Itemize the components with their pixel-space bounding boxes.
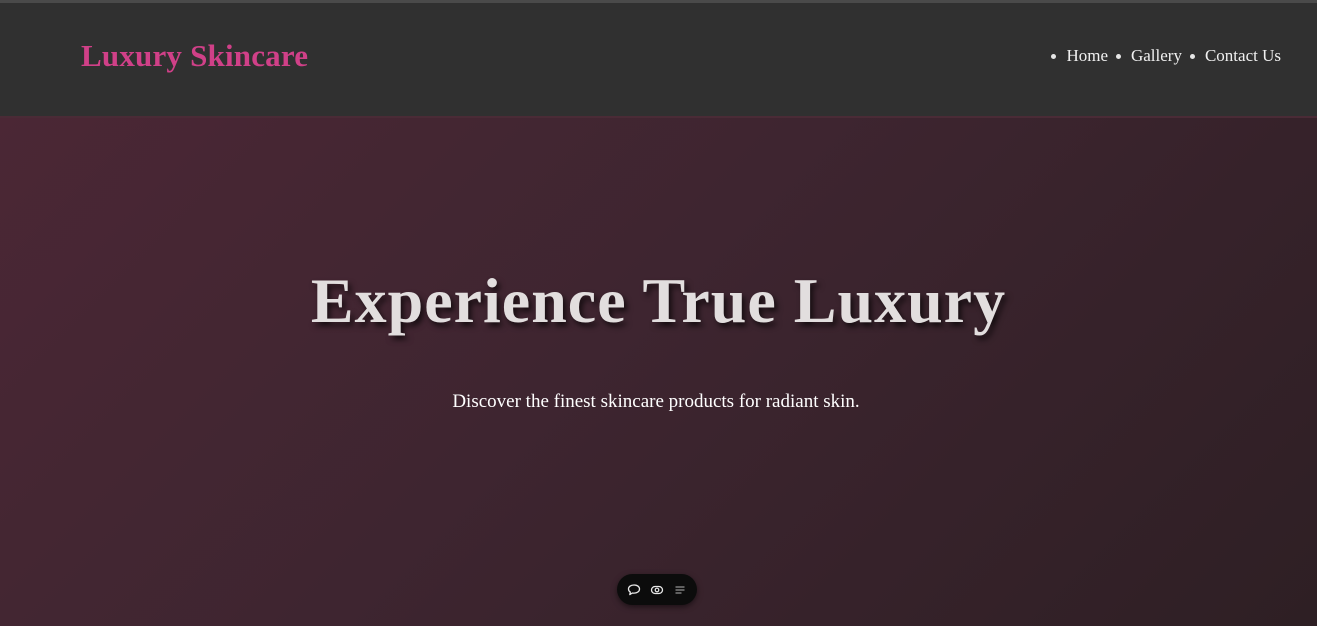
hero-subtitle: Discover the finest skincare products fo…	[452, 391, 860, 412]
bullet-icon	[1051, 53, 1057, 59]
nav-link-gallery[interactable]: Gallery	[1131, 45, 1182, 67]
main-nav: Home Gallery Contact Us	[1043, 45, 1281, 67]
floating-toolbar	[617, 574, 697, 605]
nav-item-home: Home	[1051, 45, 1108, 67]
brand-logo-text[interactable]: Luxury Skincare	[81, 38, 308, 74]
eye-icon[interactable]	[648, 581, 666, 599]
site-header: Luxury Skincare Home Gallery Contact Us	[0, 3, 1317, 116]
bullet-icon	[1115, 53, 1121, 59]
nav-link-contact-us[interactable]: Contact Us	[1205, 45, 1281, 67]
nav-list: Home Gallery Contact Us	[1043, 45, 1281, 67]
menu-icon[interactable]	[671, 581, 689, 599]
bullet-icon	[1189, 53, 1195, 59]
nav-item-gallery: Gallery	[1115, 45, 1182, 67]
nav-link-home[interactable]: Home	[1066, 45, 1108, 67]
comment-icon[interactable]	[625, 581, 643, 599]
hero-title: Experience True Luxury	[310, 265, 1007, 336]
hero-section: Experience True Luxury Discover the fine…	[0, 118, 1317, 626]
nav-item-contact: Contact Us	[1189, 45, 1281, 67]
